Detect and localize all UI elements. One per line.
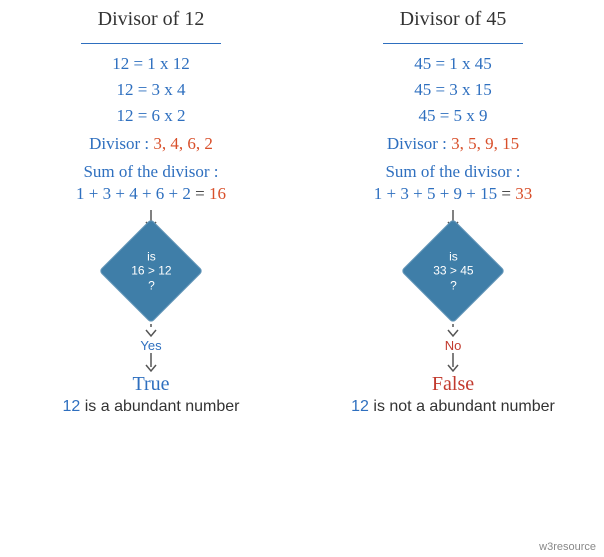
decision-l2-left: 16 > 12 <box>131 264 171 278</box>
arrow-down-icon <box>446 353 460 373</box>
conclusion-num-right: 12 <box>351 398 369 415</box>
factor-45-a: 45 = 1 x 45 <box>314 54 592 74</box>
conclusion-text-left: is a abundant number <box>80 398 239 415</box>
title-left: Divisor of 12 <box>81 8 221 35</box>
sum-total-left: 16 <box>209 184 226 203</box>
equals-left: = <box>195 184 209 203</box>
decision-diamond-right: is 33 > 45 ? <box>401 219 506 324</box>
factor-12-a: 12 = 1 x 12 <box>12 54 290 74</box>
divisor-label-right: Divisor : <box>387 134 451 153</box>
decision-diamond-left: is 16 > 12 ? <box>99 219 204 324</box>
sum-terms-right: 1 + 3 + 5 + 9 + 15 <box>374 184 497 203</box>
title-underline-left <box>81 43 221 44</box>
flow-right: is 33 > 45 ? No False <box>314 210 592 396</box>
conclusion-num-left: 12 <box>62 398 80 415</box>
divisor-label-left: Divisor : <box>89 134 153 153</box>
result-left: True <box>132 373 169 396</box>
result-right: False <box>432 373 474 396</box>
divisor-values-left: 3, 4, 6, 2 <box>153 134 213 153</box>
factor-45-c: 45 = 5 x 9 <box>314 106 592 126</box>
col-divisor-12: Divisor of 12 12 = 1 x 12 12 = 3 x 4 12 … <box>0 0 302 557</box>
decision-l3-right: ? <box>433 278 473 292</box>
sum-expr-left: 1 + 3 + 4 + 6 + 2 = 16 <box>12 184 290 204</box>
sum-terms-left: 1 + 3 + 4 + 6 + 2 <box>76 184 191 203</box>
conclusion-left: 12 is a abundant number <box>12 398 290 416</box>
decision-l3-left: ? <box>131 278 171 292</box>
branch-label-right: No <box>445 338 462 353</box>
equals-right: = <box>501 184 515 203</box>
title-underline-right <box>383 43 523 44</box>
sum-expr-right: 1 + 3 + 5 + 9 + 15 = 33 <box>314 184 592 204</box>
factor-12-b: 12 = 3 x 4 <box>12 80 290 100</box>
decision-l1-right: is <box>433 249 473 263</box>
decision-text-left: is 16 > 12 ? <box>131 249 171 292</box>
branch-label-left: Yes <box>140 338 161 353</box>
decision-l2-right: 33 > 45 <box>433 264 473 278</box>
factor-45-b: 45 = 3 x 15 <box>314 80 592 100</box>
decision-l1-left: is <box>131 249 171 263</box>
divisor-list-right: Divisor : 3, 5, 9, 15 <box>314 134 592 154</box>
conclusion-right: 12 is not a abundant number <box>314 398 592 416</box>
sum-total-right: 33 <box>515 184 532 203</box>
divisor-list-left: Divisor : 3, 4, 6, 2 <box>12 134 290 154</box>
divisor-values-right: 3, 5, 9, 15 <box>451 134 519 153</box>
col-divisor-45: Divisor of 45 45 = 1 x 45 45 = 3 x 15 45… <box>302 0 604 557</box>
arrow-down-icon <box>144 353 158 373</box>
sum-label-right: Sum of the divisor : <box>314 162 592 182</box>
diagram-container: Divisor of 12 12 = 1 x 12 12 = 3 x 4 12 … <box>0 0 604 557</box>
factor-12-c: 12 = 6 x 2 <box>12 106 290 126</box>
watermark: w3resource <box>539 541 596 553</box>
conclusion-text-right: is not a abundant number <box>369 398 555 415</box>
flow-left: is 16 > 12 ? Yes True <box>12 210 290 396</box>
sum-label-left: Sum of the divisor : <box>12 162 290 182</box>
decision-text-right: is 33 > 45 ? <box>433 249 473 292</box>
title-right: Divisor of 45 <box>383 8 523 35</box>
